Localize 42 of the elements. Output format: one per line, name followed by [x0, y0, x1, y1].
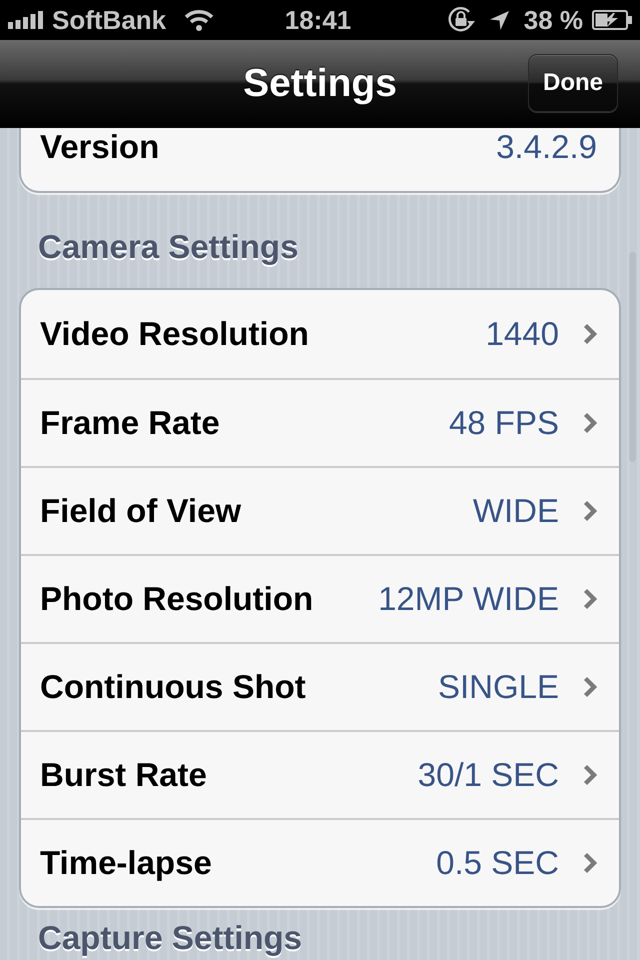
- chevron-icon: [583, 852, 597, 874]
- settings-row[interactable]: Continuous Shot SINGLE: [21, 642, 619, 730]
- done-button[interactable]: Done: [528, 54, 618, 112]
- row-value: 1440: [486, 315, 559, 353]
- row-label: Photo Resolution: [40, 580, 314, 618]
- settings-row[interactable]: Burst Rate 30/1 SEC: [21, 730, 619, 818]
- row-label: Version: [40, 128, 160, 166]
- settings-row[interactable]: Frame Rate 48 FPS: [21, 378, 619, 466]
- row-value: 30/1 SEC: [418, 756, 559, 794]
- row-value: 12MP WIDE: [378, 580, 559, 618]
- settings-row[interactable]: Field of View WIDE: [21, 466, 619, 554]
- row-label: Video Resolution: [40, 315, 309, 353]
- chevron-icon: [583, 588, 597, 610]
- row-label: Continuous Shot: [40, 668, 306, 706]
- battery-percent: 38 %: [524, 5, 583, 35]
- carrier-name: SoftBank: [52, 5, 166, 35]
- row-label: Frame Rate: [40, 404, 220, 442]
- chevron-icon: [583, 764, 597, 786]
- row-label: Time-lapse: [40, 844, 212, 882]
- section-header: Capture Settings: [37, 918, 304, 956]
- row-value: SINGLE: [438, 668, 559, 706]
- clock-time: 18:41: [284, 5, 352, 35]
- row-value: WIDE: [472, 492, 559, 530]
- settings-row[interactable]: Video Resolution 1440: [21, 290, 619, 378]
- row-value: 0.5 SEC: [436, 844, 559, 882]
- row-value: 48 FPS: [448, 404, 559, 442]
- section-header: Camera Settings: [37, 227, 300, 267]
- chevron-icon: [583, 412, 597, 434]
- chevron-icon: [583, 676, 597, 698]
- row-label: Burst Rate: [40, 756, 207, 794]
- rotation-lock-icon: [446, 6, 475, 34]
- wifi-icon: [184, 9, 214, 31]
- chevron-icon: [583, 323, 597, 345]
- settings-row[interactable]: Photo Resolution 12MP WIDE: [21, 554, 619, 642]
- location-arrow-icon: [490, 10, 509, 30]
- signal-bars-icon: [8, 11, 44, 29]
- row-label: Field of View: [40, 492, 242, 530]
- charging-battery-icon: [592, 10, 632, 30]
- chevron-icon: [583, 500, 597, 522]
- nav-title: Settings: [243, 61, 397, 107]
- settings-row[interactable]: Time-lapse 0.5 SEC: [21, 818, 619, 906]
- row-value: 3.4.2.9: [496, 128, 597, 166]
